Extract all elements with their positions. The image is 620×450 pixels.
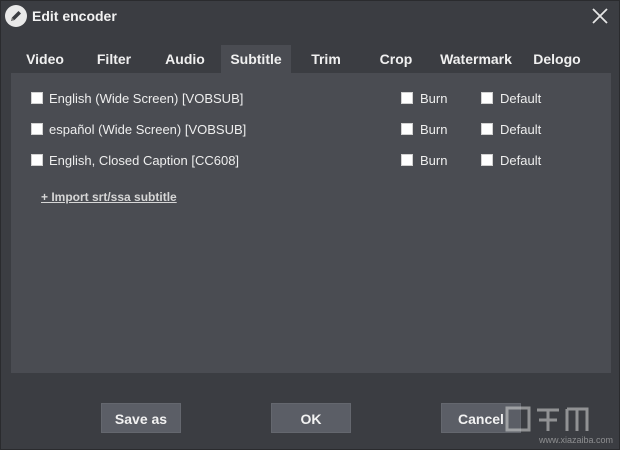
subtitle-select-checkbox[interactable] [31, 123, 43, 135]
default-checkbox[interactable] [481, 154, 493, 166]
burn-checkbox[interactable] [401, 92, 413, 104]
subtitle-name: English, Closed Caption [CC608] [49, 153, 240, 168]
tab-video[interactable]: Video [11, 45, 79, 73]
burn-label: Burn [420, 122, 448, 137]
tab-delogo[interactable]: Delogo [517, 45, 597, 73]
pencil-icon [5, 5, 27, 27]
subtitle-panel: English (Wide Screen) [VOBSUB] Burn Defa… [11, 73, 611, 373]
tab-audio[interactable]: Audio [149, 45, 221, 73]
ok-button[interactable]: OK [271, 403, 351, 433]
subtitle-row: español (Wide Screen) [VOBSUB] Burn Defa… [11, 120, 611, 140]
default-checkbox[interactable] [481, 92, 493, 104]
subtitle-name: español (Wide Screen) [VOBSUB] [49, 122, 247, 137]
import-subtitle-link[interactable]: + Import srt/ssa subtitle [41, 190, 177, 204]
save-as-button[interactable]: Save as [101, 403, 181, 433]
default-label: Default [500, 122, 542, 137]
tab-bar: Video Filter Audio Subtitle Trim Crop Wa… [11, 45, 611, 73]
default-label: Default [500, 91, 542, 106]
subtitle-row: English, Closed Caption [CC608] Burn Def… [11, 151, 611, 171]
burn-checkbox[interactable] [401, 123, 413, 135]
subtitle-name: English (Wide Screen) [VOBSUB] [49, 91, 244, 106]
burn-checkbox[interactable] [401, 154, 413, 166]
site-watermark-logo: www.xiazaiba.com [503, 405, 613, 445]
tab-trim[interactable]: Trim [291, 45, 361, 73]
tab-subtitle[interactable]: Subtitle [221, 45, 291, 73]
close-icon[interactable] [589, 5, 611, 27]
watermark-url: www.xiazaiba.com [538, 435, 613, 445]
window-title: Edit encoder [32, 8, 117, 24]
subtitle-select-checkbox[interactable] [31, 154, 43, 166]
subtitle-select-checkbox[interactable] [31, 92, 43, 104]
default-label: Default [500, 153, 542, 168]
default-checkbox[interactable] [481, 123, 493, 135]
tab-filter[interactable]: Filter [79, 45, 149, 73]
title-bar: Edit encoder [1, 1, 619, 33]
burn-label: Burn [420, 153, 448, 168]
tab-crop[interactable]: Crop [361, 45, 431, 73]
tab-watermark[interactable]: Watermark [431, 45, 521, 73]
subtitle-row: English (Wide Screen) [VOBSUB] Burn Defa… [11, 89, 611, 109]
burn-label: Burn [420, 91, 448, 106]
